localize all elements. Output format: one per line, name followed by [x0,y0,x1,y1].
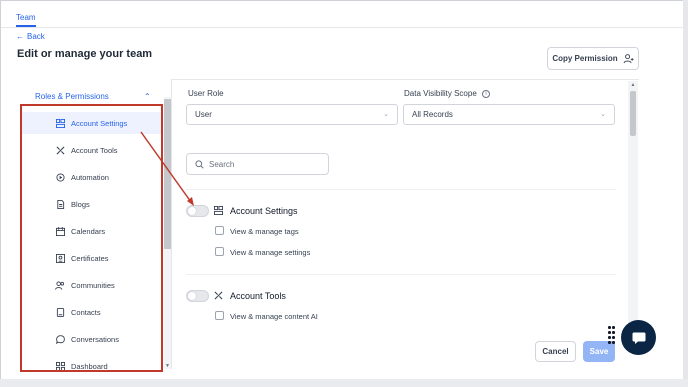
scroll-up-icon[interactable]: ▲ [628,82,638,88]
arrow-left-icon: ← [16,32,24,41]
section-divider [186,189,616,190]
user-role-label: User Role [188,89,224,98]
toggle-knob [188,207,196,215]
sidebar-scrollbar-thumb[interactable] [164,99,171,249]
toggle-knob [188,292,196,300]
info-icon[interactable]: i [482,89,491,98]
section-title-account-settings: Account Settings [230,206,298,216]
tab-team[interactable]: Team [16,13,36,22]
chevron-down-icon: ⌄ [383,111,389,118]
main-scrollbar-thumb[interactable] [630,91,636,136]
tabs-divider [1,27,684,28]
search-placeholder: Search [209,159,235,169]
back-link[interactable]: ← Back [16,32,45,41]
data-visibility-label: Data Visibility Scope i [404,89,491,98]
main-scrollbar[interactable]: ▲ [628,81,638,326]
permission-checkbox[interactable] [215,247,224,256]
permission-checkbox[interactable] [215,311,224,320]
window-edge [683,0,688,387]
user-role-value: User [195,110,212,119]
permission-checkbox[interactable] [215,226,224,235]
scroll-down-icon[interactable]: ▼ [164,363,171,369]
account-tools-toggle[interactable] [186,290,209,302]
chat-widget-button[interactable] [621,320,656,355]
chat-icon [632,332,645,344]
sidebar-scrollbar[interactable]: ▼ [164,97,171,369]
data-visibility-label-text: Data Visibility Scope [404,89,477,98]
section-divider [186,274,616,275]
sidebar-annotation-box [20,104,163,372]
section-title-account-tools: Account Tools [230,291,286,301]
panel-left-divider [171,79,172,369]
user-role-select[interactable]: User ⌄ [186,104,398,125]
data-visibility-value: All Records [412,110,453,119]
settings-grid-icon [214,206,223,217]
permission-label: View & manage tags [230,227,299,236]
tools-icon [214,291,223,302]
copy-permission-label: Copy Permission [552,54,618,63]
panel-top-divider [171,79,639,80]
copy-permission-button[interactable]: Copy Permission [547,47,639,70]
permission-label: View & manage content AI [230,312,318,321]
drag-handle-icon[interactable] [608,326,615,346]
window-bottom-edge [0,379,688,387]
chevron-up-icon[interactable]: ⌃ [144,92,151,101]
cancel-button[interactable]: Cancel [535,341,576,362]
team-settings-page: Team ← Back Edit or manage your team Cop… [0,0,688,387]
page-title: Edit or manage your team [17,48,153,60]
search-icon [195,159,204,169]
back-label: Back [27,32,45,41]
permission-search-field[interactable]: Search [186,153,329,175]
sidebar-heading[interactable]: Roles & Permissions [35,92,109,101]
user-add-icon [623,54,634,64]
chevron-down-icon: ⌄ [600,111,606,118]
account-settings-toggle[interactable] [186,205,209,217]
permission-label: View & manage settings [230,248,311,257]
data-visibility-select[interactable]: All Records ⌄ [403,104,615,125]
